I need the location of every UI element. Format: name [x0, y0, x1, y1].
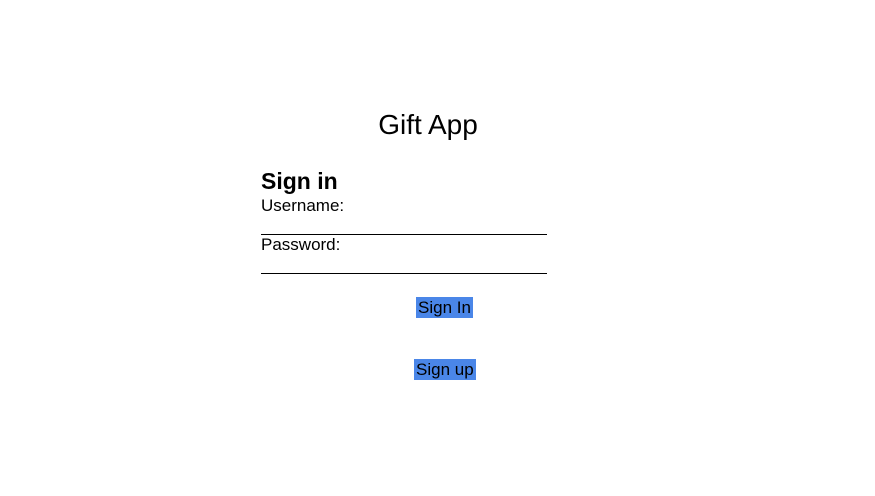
- username-input[interactable]: [261, 215, 547, 235]
- sign-up-button[interactable]: Sign up: [414, 359, 476, 380]
- sign-in-button[interactable]: Sign In: [416, 297, 473, 318]
- app-title: Gift App: [378, 109, 478, 140]
- signin-form: Sign in Username: Password:: [261, 166, 551, 274]
- form-heading: Sign in: [261, 168, 338, 194]
- password-input[interactable]: [261, 254, 547, 274]
- password-label: Password:: [261, 235, 341, 254]
- username-label: Username:: [261, 196, 345, 215]
- page: Gift App Sign in Username: Password: Sig…: [0, 0, 875, 496]
